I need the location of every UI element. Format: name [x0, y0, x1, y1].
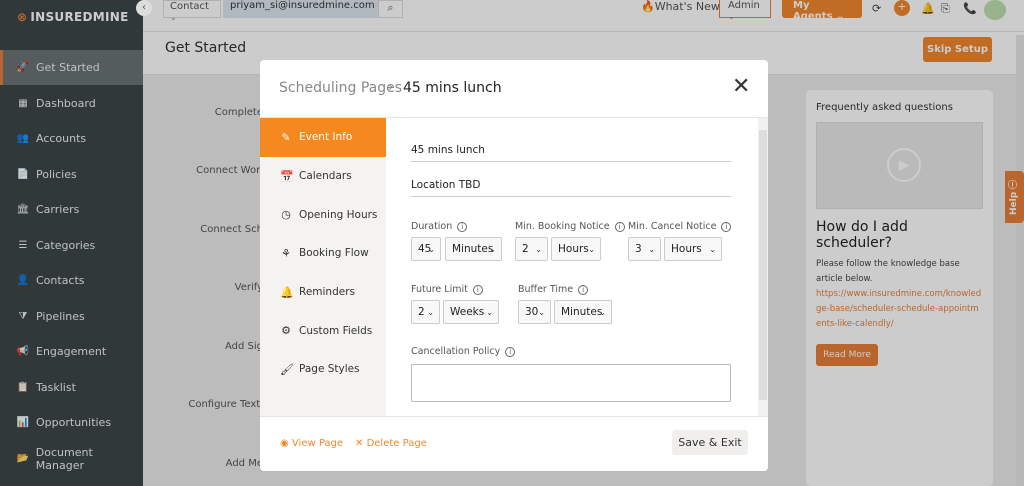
label-text: Cancellation Policy	[411, 346, 501, 357]
select-value: Minutes	[452, 243, 494, 255]
chevron-down-icon: ⌄	[489, 244, 496, 254]
save-exit-button[interactable]: Save & Exit	[672, 430, 748, 455]
scheduling-page-modal: Scheduling Pages › 45 mins lunch ✕ ✎ Even…	[260, 60, 768, 471]
info-icon[interactable]: i	[614, 222, 625, 232]
buffer-time-unit-select[interactable]: Minutes ⌄	[554, 300, 612, 324]
tab-label: Page Styles	[299, 363, 360, 376]
tab-booking-flow[interactable]: ⚘ Booking Flow	[260, 234, 386, 273]
scrollbar-thumb[interactable]	[759, 130, 767, 400]
collapse-sidebar-button[interactable]: ‹	[136, 0, 152, 16]
breadcrumb-current: 45 mins lunch	[403, 80, 502, 96]
tab-label: Custom Fields	[299, 324, 373, 337]
future-limit-value-select[interactable]: 2 ⌄	[411, 300, 440, 324]
chevron-down-icon: ⌄	[535, 244, 542, 254]
tab-label: Opening Hours	[299, 208, 378, 221]
gear-icon: ⚙	[281, 324, 291, 338]
select-value: Weeks	[450, 306, 485, 318]
event-info-form: 45 mins lunch Location TBD Duration i 45 ⌄…	[386, 118, 758, 416]
future-limit-label: Future Limit i	[411, 284, 483, 295]
tab-label: Calendars	[299, 170, 352, 183]
label-text: Future Limit	[411, 284, 468, 295]
tab-custom-fields[interactable]: ⚙ Custom Fields	[260, 311, 386, 350]
chevron-down-icon: ⌄	[588, 244, 595, 254]
info-icon[interactable]: i	[457, 222, 468, 232]
chevron-down-icon: ⌄	[599, 307, 606, 317]
modal-header: Scheduling Pages › 45 mins lunch ✕	[260, 60, 768, 118]
chevron-down-icon: ⌄	[648, 244, 655, 254]
label-text: Min. Booking Notice	[515, 221, 610, 232]
duration-label: Duration i	[411, 221, 468, 232]
brush-icon: 🖌	[280, 362, 294, 376]
tab-opening-hours[interactable]: ◷ Opening Hours	[260, 195, 386, 234]
close-icon[interactable]: ✕	[732, 74, 750, 99]
min-booking-label: Min. Booking Notice i	[515, 221, 625, 232]
future-limit-unit-select[interactable]: Weeks ⌄	[443, 300, 499, 324]
chevron-down-icon: ⌄	[538, 307, 545, 317]
chevron-down-icon: ⌄	[428, 244, 435, 254]
breadcrumb-separator-icon: ›	[388, 80, 394, 95]
tab-calendars[interactable]: 📅 Calendars	[260, 157, 386, 196]
pencil-icon: ✎	[281, 130, 291, 144]
select-value: 3	[635, 243, 642, 255]
view-page-label: View Page	[291, 438, 344, 449]
clock-icon: ◷	[281, 208, 291, 222]
tab-label: Reminders	[299, 286, 355, 299]
select-value: 2	[522, 243, 529, 255]
chevron-down-icon: ⌄	[486, 307, 493, 317]
min-booking-value-select[interactable]: 2 ⌄	[515, 237, 548, 261]
select-value: Hours	[671, 243, 702, 255]
select-value: Hours	[558, 243, 589, 255]
label-text: Duration	[411, 221, 453, 232]
modal-footer: ◉ View Page ✕ Delete Page Save & Exit	[260, 416, 768, 471]
delete-page-label: Delete Page	[366, 438, 427, 449]
select-value: 30	[525, 306, 539, 318]
label-text: Buffer Time	[518, 284, 574, 295]
location-input[interactable]: Location TBD	[411, 179, 731, 197]
tab-event-info[interactable]: ✎ Event Info	[260, 118, 386, 157]
select-value: Minutes	[561, 306, 603, 318]
x-icon: ✕	[355, 438, 364, 449]
delete-page-link[interactable]: ✕ Delete Page	[355, 438, 427, 449]
cancellation-policy-textarea[interactable]	[411, 364, 731, 402]
modal-nav: ✎ Event Info 📅 Calendars ◷ Opening Hours ⚘ B…	[260, 118, 386, 416]
min-cancel-value-select[interactable]: 3 ⌄	[628, 237, 661, 261]
eye-icon: ◉	[280, 438, 289, 449]
calendar-icon: 📅	[280, 169, 294, 183]
buffer-time-label: Buffer Time i	[518, 284, 589, 295]
duration-unit-select[interactable]: Minutes ⌄	[445, 237, 502, 261]
tab-label: Booking Flow	[299, 247, 369, 260]
info-icon[interactable]: i	[578, 285, 589, 295]
buffer-time-value-select[interactable]: 30 ⌄	[518, 300, 551, 324]
flow-icon: ⚘	[281, 246, 291, 260]
info-icon[interactable]: i	[721, 222, 732, 232]
modal-scrollbar[interactable]	[758, 118, 768, 416]
tab-reminders[interactable]: 🔔 Reminders	[260, 273, 386, 312]
info-icon[interactable]: i	[505, 347, 516, 357]
cancellation-policy-label: Cancellation Policy i	[411, 346, 516, 357]
event-name-input[interactable]: 45 mins lunch	[411, 144, 731, 162]
view-page-link[interactable]: ◉ View Page	[280, 438, 343, 449]
select-value: 2	[418, 306, 425, 318]
tab-label: Event Info	[299, 131, 353, 144]
min-cancel-label: Min. Cancel Notice i	[628, 221, 732, 232]
bell-icon: 🔔	[280, 285, 294, 299]
tab-page-styles[interactable]: 🖌 Page Styles	[260, 350, 386, 389]
duration-value-select[interactable]: 45 ⌄	[411, 237, 441, 261]
min-cancel-unit-select[interactable]: Hours ⌄	[664, 237, 722, 261]
min-booking-unit-select[interactable]: Hours ⌄	[551, 237, 601, 261]
label-text: Min. Cancel Notice	[628, 221, 717, 232]
info-icon[interactable]: i	[472, 285, 483, 295]
breadcrumb-scheduling-pages[interactable]: Scheduling Pages	[279, 80, 402, 96]
chevron-down-icon: ⌄	[427, 307, 434, 317]
chevron-down-icon: ⌄	[709, 244, 716, 254]
